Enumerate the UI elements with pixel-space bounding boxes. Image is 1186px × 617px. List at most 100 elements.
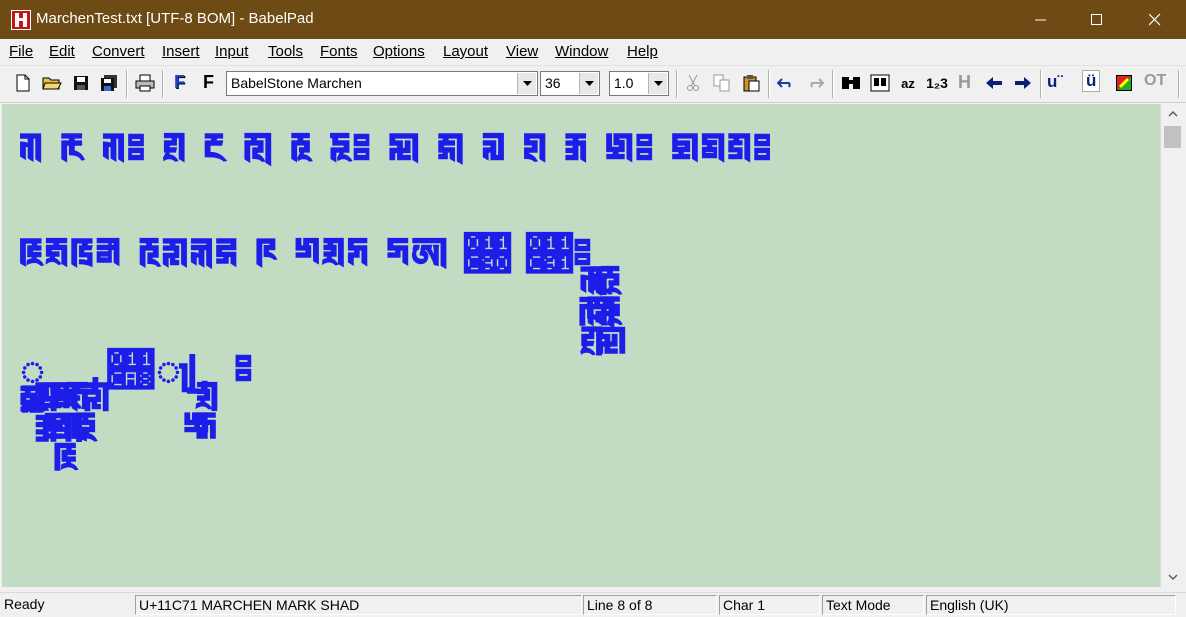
scissors-icon [687,74,699,91]
menu-edit-label: Edit [49,43,75,60]
menu-layout[interactable]: Layout [443,43,488,60]
scroll-thumb[interactable] [1164,126,1181,148]
copy-button[interactable] [709,70,735,96]
precomposed-umlaut-button[interactable]: ü [1082,70,1101,92]
menu-window[interactable]: Window [555,43,608,60]
new-file-button[interactable] [10,70,36,96]
menu-view[interactable]: View [506,43,538,60]
toolbar-separator [768,70,770,98]
close-button[interactable] [1126,0,1184,39]
text-line[interactable]: 𑲂𑲃𑲄𑲅 𑲆𑲇𑲈𑲉 𑲊 𑲋𑲌𑲍 𑲎𑲏 𑲐 𑲑𑱱 𑲒𑲓𑲔 𑲕𑲖 𑲗𑲘𑲙 [18,231,623,277]
menu-input[interactable]: Input [215,43,248,60]
scroll-down-button[interactable] [1161,567,1185,587]
folder-open-icon [42,77,62,90]
maximize-button[interactable] [1068,0,1126,39]
status-char-info: U+11C71 MARCHEN MARK SHAD [135,595,582,615]
sort-az-button[interactable]: az [895,70,921,96]
new-file-icon [16,74,30,92]
redo-icon [810,78,824,88]
undo-button[interactable] [773,70,799,96]
chevron-down-icon [1168,574,1178,580]
menu-view-label: View [506,43,539,60]
paste-button[interactable] [738,70,764,96]
title-bar[interactable]: MarchenTest.txt [UTF-8 BOM] - BabelPad [0,0,1186,39]
menu-file[interactable]: File [9,43,33,60]
undo-icon [777,78,791,88]
menu-window-label: Window [555,43,609,60]
toolbar-separator [832,70,834,98]
scroll-up-button[interactable] [1161,104,1185,124]
chevron-down-icon[interactable] [517,73,536,94]
toolbar-separator [1040,70,1042,98]
arrow-left-icon [986,77,1002,89]
minimize-icon [1035,19,1046,20]
color-button[interactable] [1111,70,1137,96]
find-button[interactable] [838,70,864,96]
save-all-button[interactable] [96,70,122,96]
text-line[interactable]: 𑲚𑲛 𑲜𑲝 𑲞𑲟 𑲠𑲡𑲢 𑲣𑲤 𑲥𑲦 𑲧𑲨𑲩 𑲪𑲫 𑲬𑲭 𑱱 [18,347,253,393]
menu-options[interactable]: Options [373,43,425,60]
babelpad-app-icon[interactable] [11,10,31,30]
find-replace-button[interactable] [867,70,893,96]
text-editor[interactable]: 𑱲 𑱳 𑱲𑱱 𑱴 𑱵 𑱶 𑱷 𑱸𑱱 𑱹 𑱺 𑱻 𑱼 𑱽 𑱾𑱱 𑱿𑲀𑲁𑱱 𑲂𑲃𑲄𑲅… [2,104,1160,587]
h-button[interactable]: H [958,72,971,93]
print-button[interactable] [132,70,158,96]
status-ready: Ready [4,596,45,612]
toolbar-separator [1178,70,1180,98]
menu-convert[interactable]: Convert [92,43,145,60]
menu-fonts[interactable]: Fonts [320,43,358,60]
paste-icon [743,75,760,92]
text-line[interactable]: 𑱲 𑱳 𑱲𑱱 𑱴 𑱵 𑱶 𑱷 𑱸𑱱 𑱹 𑱺 𑱻 𑱼 𑱽 𑱾𑱱 𑱿𑲀𑲁𑱱 [18,126,772,172]
font-size-value: 36 [545,75,561,91]
line-spacing-combo[interactable]: 1.0 [609,71,669,96]
minimize-button[interactable] [1012,0,1070,39]
toolbar: F F BabelStone Marchen 36 1.0 az 1₂3 H u… [0,66,1186,103]
chevron-down-icon[interactable] [648,73,667,94]
close-icon [1149,13,1161,25]
save-all-icon [101,75,117,91]
font-name-value: BabelStone Marchen [231,75,362,91]
font-name-combo[interactable]: BabelStone Marchen [226,71,538,96]
binoculars-icon [842,77,860,89]
combining-diaeresis-button[interactable]: u¨ [1047,72,1063,92]
numbering-label: 1₂3 [926,75,948,91]
arrow-right-icon [1015,77,1031,89]
menu-help-label: Help [627,43,658,60]
arrow-right-button[interactable] [1010,70,1036,96]
numbering-button[interactable]: 1₂3 [924,70,950,96]
printer-icon [135,74,155,92]
copy-icon [713,74,730,92]
sort-az-label: az [901,75,915,91]
menu-convert-label: Convert [92,43,145,60]
find-replace-icon [870,74,890,92]
menu-bar: File Edit Convert Insert Input Tools Fon… [0,39,1186,66]
menu-insert[interactable]: Insert [162,43,200,60]
arrow-left-button[interactable] [981,70,1007,96]
vertical-scrollbar[interactable] [1160,104,1185,587]
toolbar-separator [676,70,678,98]
menu-options-label: Options [373,43,425,60]
maximize-icon [1091,13,1102,25]
bold-font-button[interactable]: F [174,72,185,93]
menu-tools[interactable]: Tools [268,43,303,60]
status-bar: Ready U+11C71 MARCHEN MARK SHAD Line 8 o… [0,592,1186,617]
status-line-info: Line 8 of 8 [583,595,717,615]
menu-help[interactable]: Help [627,43,658,60]
cut-button[interactable] [680,70,706,96]
redo-button[interactable] [802,70,828,96]
save-button[interactable] [68,70,94,96]
open-file-button[interactable] [39,70,65,96]
chevron-down-icon[interactable] [579,73,598,94]
chevron-up-icon [1168,111,1178,117]
font-button[interactable]: F [203,72,214,93]
font-size-combo[interactable]: 36 [540,71,600,96]
color-palette-icon [1116,75,1132,91]
line-spacing-value: 1.0 [614,75,634,91]
menu-edit[interactable]: Edit [49,43,75,60]
opentype-button[interactable]: OT [1144,72,1166,90]
menu-fonts-label: Fonts [320,43,358,60]
status-mode: Text Mode [822,595,924,615]
toolbar-separator [126,70,128,98]
save-icon [74,76,88,90]
menu-insert-label: Insert [162,43,200,60]
